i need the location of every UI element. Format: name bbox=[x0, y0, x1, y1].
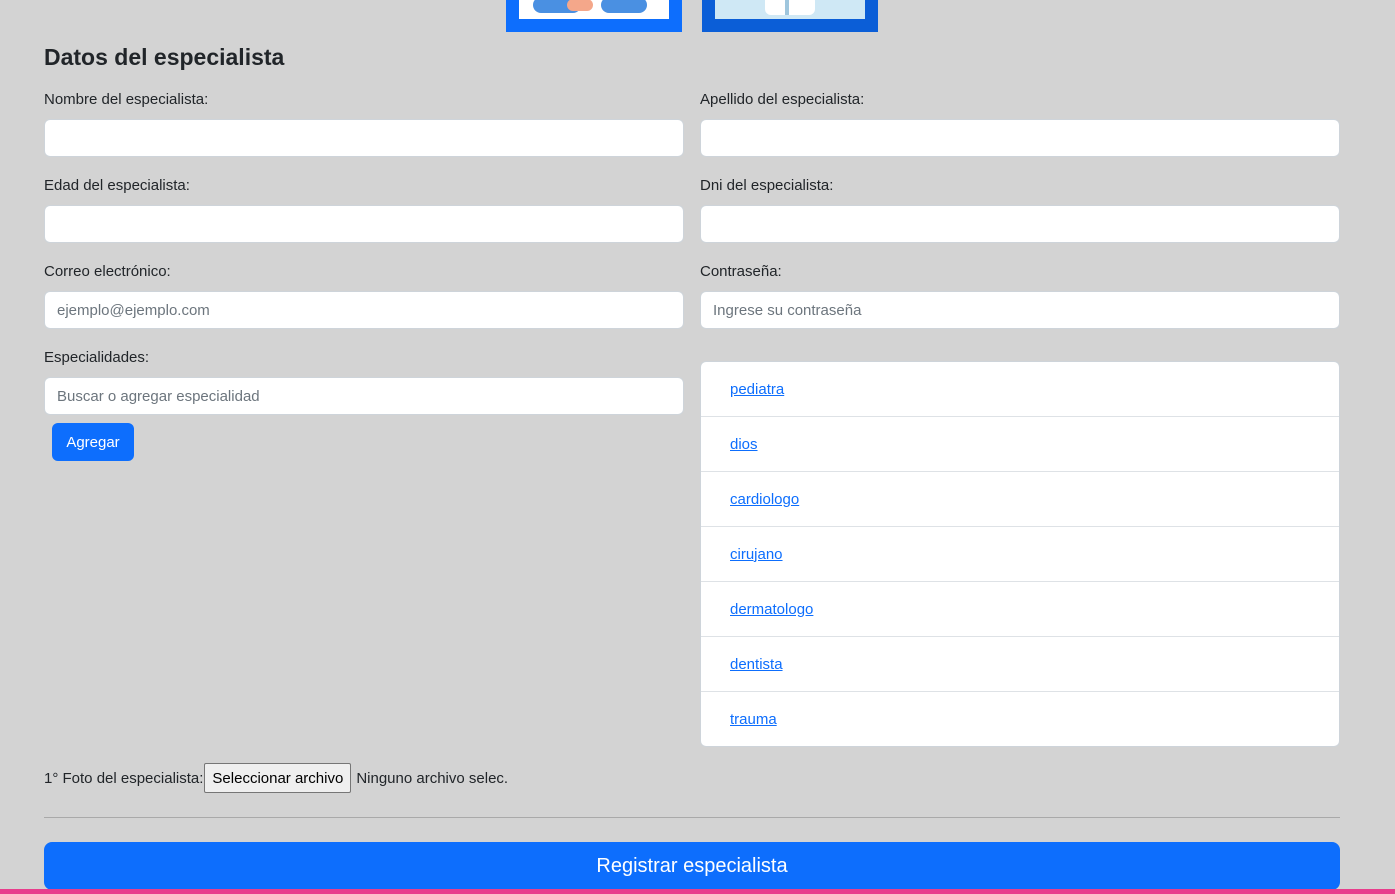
register-specialist-button[interactable]: Registrar especialista bbox=[44, 842, 1340, 890]
illustration-shape bbox=[785, 0, 789, 15]
list-item: cardiologo bbox=[701, 472, 1339, 527]
specialty-link[interactable]: dios bbox=[730, 436, 758, 453]
specialty-link[interactable]: pediatra bbox=[730, 381, 784, 398]
illustration-shape bbox=[601, 0, 647, 13]
specialty-link[interactable]: trauma bbox=[730, 711, 777, 728]
page: Datos del especialista Nombre del especi… bbox=[0, 0, 1395, 894]
add-specialty-button[interactable]: Agregar bbox=[52, 423, 134, 461]
file-status: Ninguno archivo selec. bbox=[356, 769, 509, 787]
correo-label: Correo electrónico: bbox=[44, 263, 171, 280]
specialty-link[interactable]: cardiologo bbox=[730, 491, 799, 508]
specialty-link[interactable]: dentista bbox=[730, 656, 783, 673]
illustration-shape bbox=[765, 0, 815, 15]
nombre-input[interactable] bbox=[44, 119, 684, 157]
section-title: Datos del especialista bbox=[44, 44, 285, 70]
list-item: trauma bbox=[701, 692, 1339, 746]
list-item: dermatologo bbox=[701, 582, 1339, 637]
edad-label: Edad del especialista: bbox=[44, 177, 190, 194]
contrasena-label: Contraseña: bbox=[700, 263, 782, 280]
email-field[interactable] bbox=[44, 291, 684, 329]
edad-input[interactable] bbox=[44, 205, 684, 243]
photo-upload-row: 1° Foto del especialista: Seleccionar ar… bbox=[44, 763, 508, 793]
password-field[interactable] bbox=[700, 291, 1340, 329]
photo-label: 1° Foto del especialista: bbox=[44, 769, 204, 787]
list-item: cirujano bbox=[701, 527, 1339, 582]
specialty-list: pediatra dios cardiologo cirujano dermat… bbox=[700, 361, 1340, 747]
list-item: pediatra bbox=[701, 362, 1339, 417]
illustration-shape bbox=[567, 0, 593, 11]
specialist-image-card[interactable] bbox=[506, 0, 682, 32]
dni-input[interactable] bbox=[700, 205, 1340, 243]
apellido-input[interactable] bbox=[700, 119, 1340, 157]
bottom-accent-bar bbox=[0, 889, 1395, 894]
divider bbox=[44, 817, 1340, 818]
choose-file-button[interactable]: Seleccionar archivo bbox=[204, 763, 352, 793]
list-item: dentista bbox=[701, 637, 1339, 692]
specialty-search-input[interactable] bbox=[44, 377, 684, 415]
dni-label: Dni del especialista: bbox=[700, 177, 834, 194]
doctor-image-card[interactable] bbox=[702, 0, 878, 32]
apellido-label: Apellido del especialista: bbox=[700, 91, 865, 108]
especialidades-label: Especialidades: bbox=[44, 349, 150, 366]
specialty-link[interactable]: dermatologo bbox=[730, 601, 813, 618]
specialty-link[interactable]: cirujano bbox=[730, 546, 783, 563]
nombre-label: Nombre del especialista: bbox=[44, 91, 209, 108]
list-item: dios bbox=[701, 417, 1339, 472]
